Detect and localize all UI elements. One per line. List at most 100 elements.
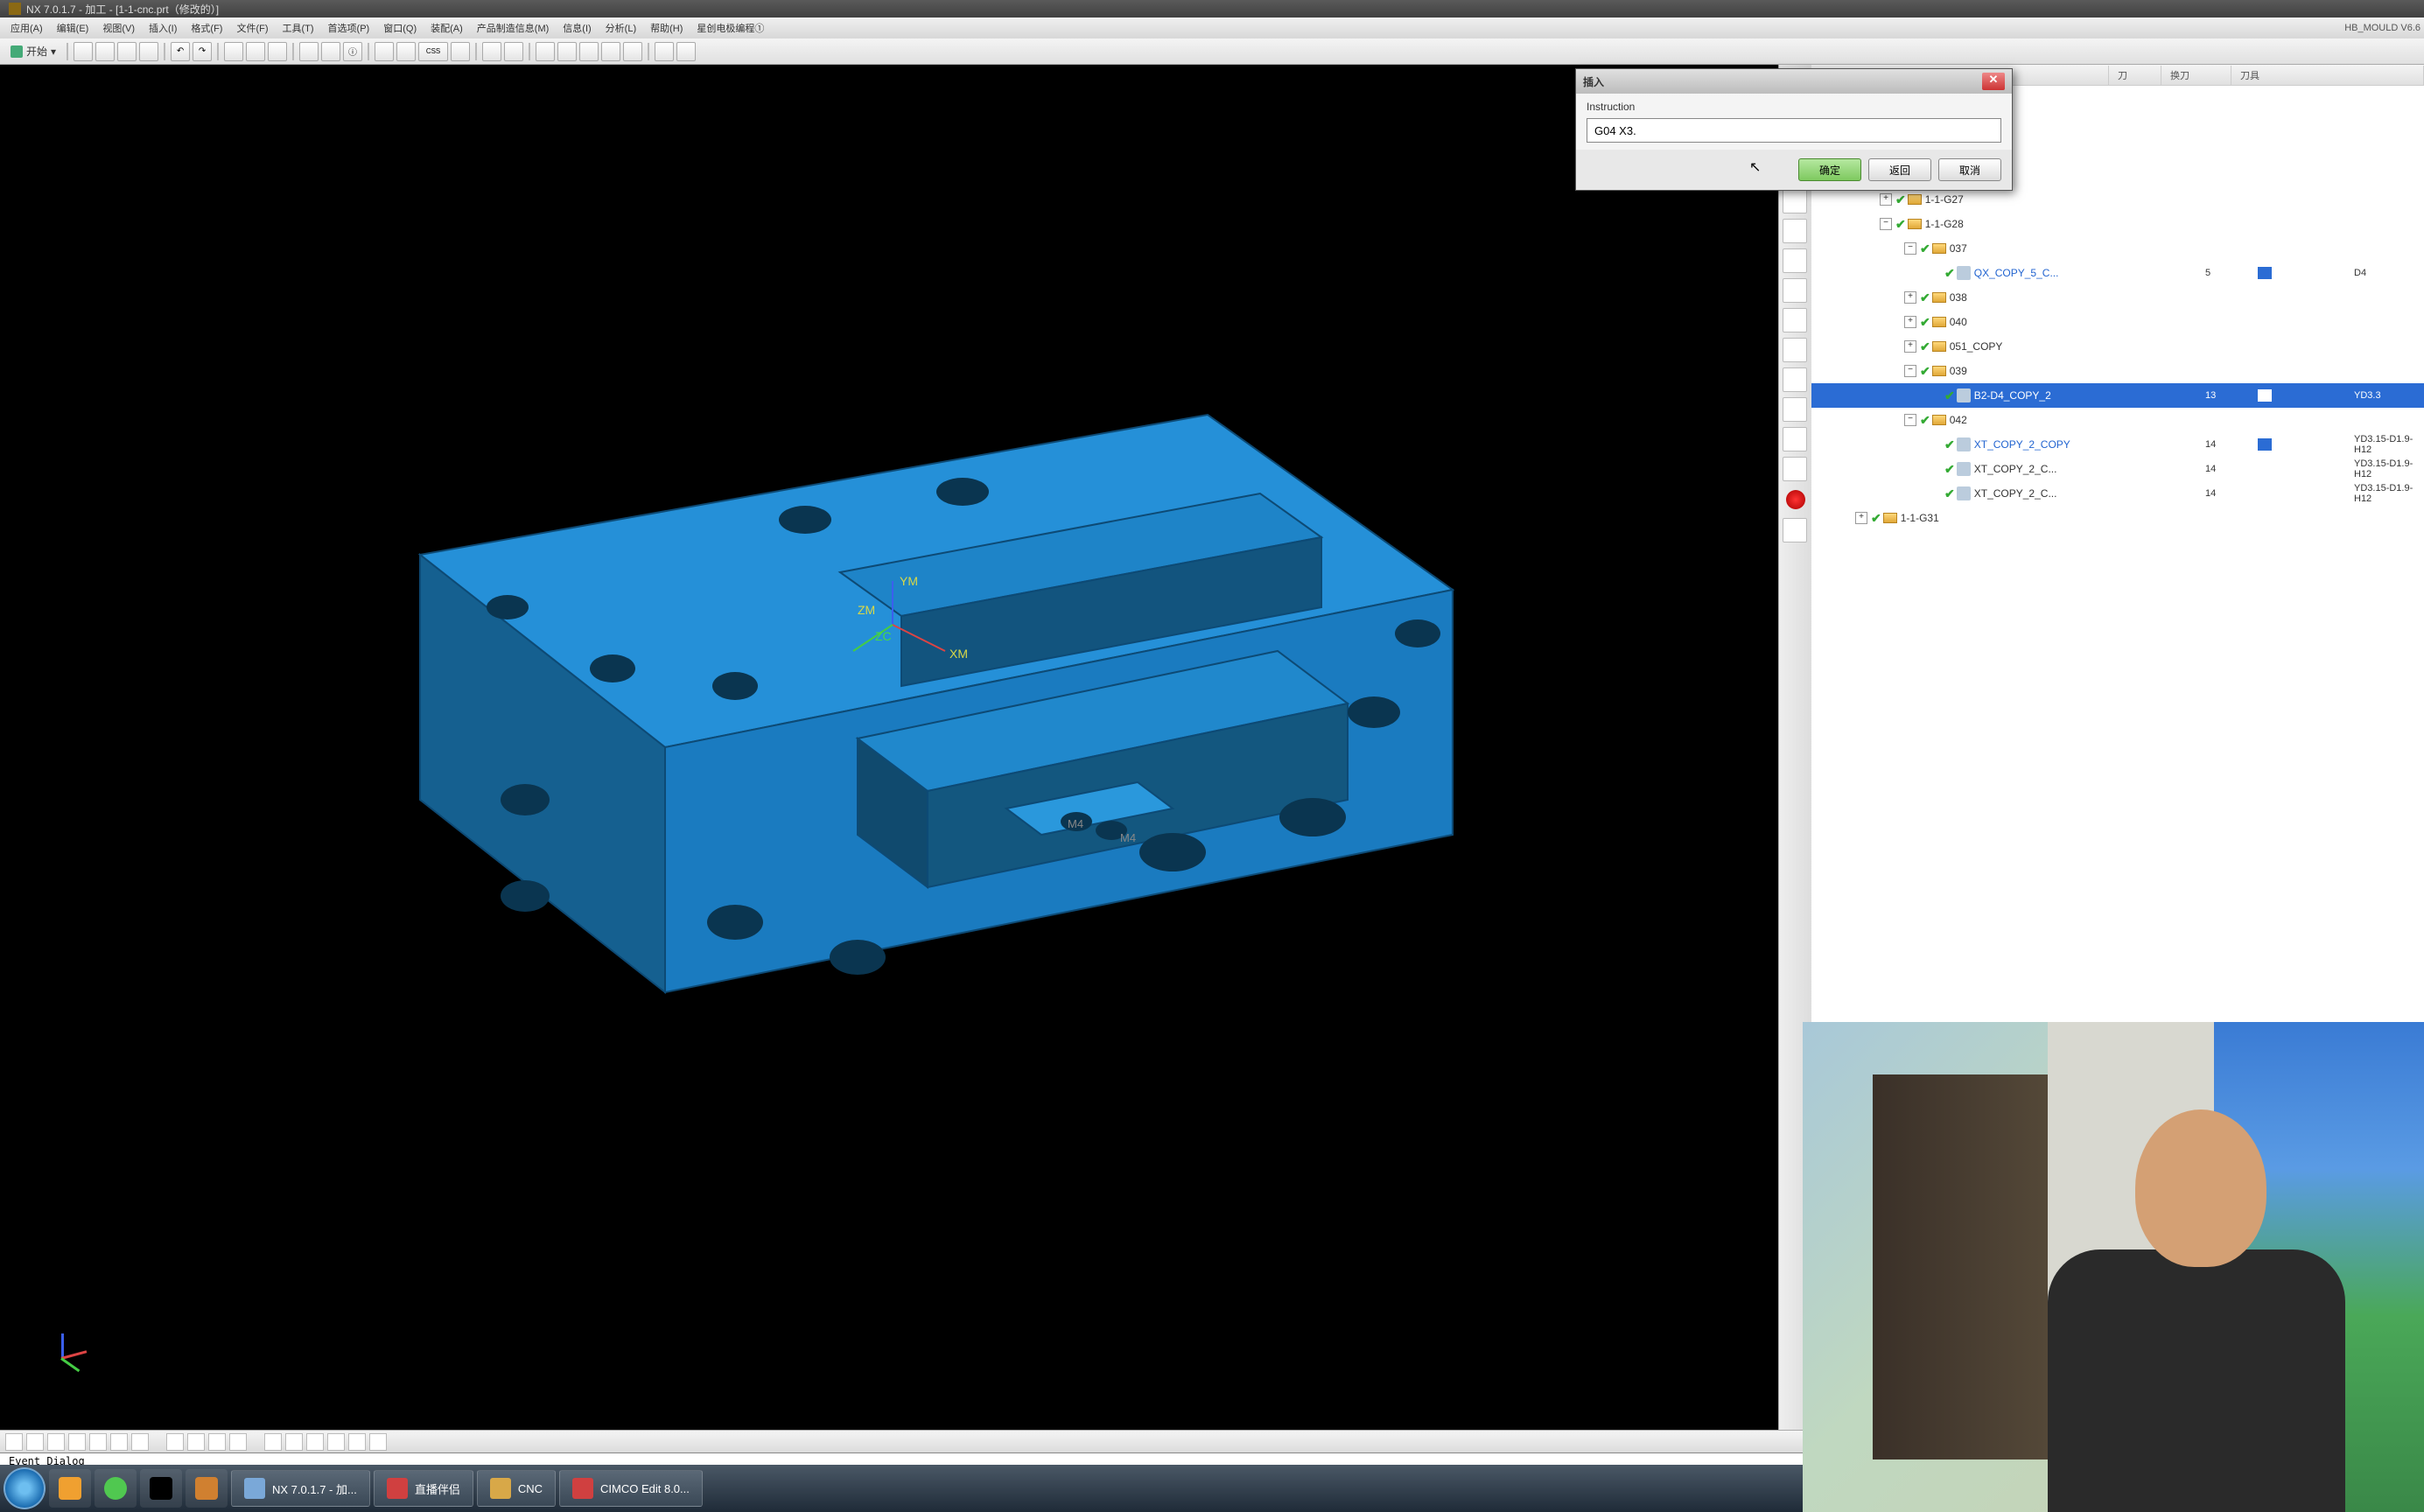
taskbar-item[interactable]: NX 7.0.1.7 - 加... [231,1470,370,1507]
toolbar-sel-4[interactable] [601,42,620,61]
menu-file[interactable]: 文件(F) [229,18,275,38]
toolbar-sel-7[interactable] [676,42,696,61]
toolbar-btn-2[interactable] [95,42,115,61]
toolbar-btn-d[interactable] [396,42,416,61]
toolbar-btn-a[interactable] [299,42,319,61]
menu-preferences[interactable]: 首选项(P) [321,18,377,38]
ok-button[interactable]: 确定 [1798,158,1861,181]
dialog-title-bar[interactable]: 插入 ✕ [1576,69,2012,94]
op-btn-9[interactable] [1783,308,1807,332]
op-btn-6[interactable] [1783,219,1807,243]
op-btn-13[interactable] [1783,427,1807,452]
op-btn-11[interactable] [1783,368,1807,392]
taskbar-item[interactable]: 直播伴侣 [374,1470,473,1507]
toolbar-btn-undo[interactable]: ↶ [171,42,190,61]
toolbar-btn-1[interactable] [74,42,93,61]
toolbar-btn-e[interactable] [451,42,470,61]
menu-format[interactable]: 格式(F) [184,18,229,38]
toolbar-btn-g[interactable] [504,42,523,61]
vt-btn-6[interactable] [110,1433,128,1451]
record-icon[interactable] [1786,490,1805,509]
tree-row[interactable]: +✔038 [1811,285,2424,310]
op-btn-15[interactable] [1783,518,1807,542]
menu-assembly[interactable]: 装配(A) [424,18,470,38]
pin-4[interactable] [186,1469,228,1508]
menu-info[interactable]: 信息(I) [556,18,598,38]
taskbar-item[interactable]: CIMCO Edit 8.0... [559,1470,703,1507]
tree-row[interactable]: +✔051_COPY [1811,334,2424,359]
tree-row[interactable]: −✔042 [1811,408,2424,432]
tree-row[interactable]: ✔XT_COPY_2_C...14YD3.15-D1.9-H12 [1811,481,2424,506]
op-btn-8[interactable] [1783,278,1807,303]
toolbar-btn-info[interactable]: ⓘ [343,42,362,61]
toolbar-btn-cut[interactable] [224,42,243,61]
back-button[interactable]: 返回 [1868,158,1931,181]
op-btn-12[interactable] [1783,397,1807,422]
col-change[interactable]: 换刀 [2161,66,2231,85]
tree-row[interactable]: ✔QX_COPY_5_C...5D4 [1811,261,2424,285]
op-btn-7[interactable] [1783,248,1807,273]
vt-btn-11[interactable] [229,1433,247,1451]
toolbar-sel-5[interactable] [623,42,642,61]
vt-btn-8[interactable] [166,1433,184,1451]
vt-btn-9[interactable] [187,1433,205,1451]
vt-btn-4[interactable] [68,1433,86,1451]
vt-btn-14[interactable] [306,1433,324,1451]
menu-insert[interactable]: 插入(I) [142,18,184,38]
toolbar-btn-c[interactable] [375,42,394,61]
tree-row[interactable]: +✔040 [1811,310,2424,334]
op-btn-14[interactable] [1783,457,1807,481]
menu-extra[interactable]: 星创电极编程① [690,18,771,38]
vt-btn-13[interactable] [285,1433,303,1451]
tree-row[interactable]: ✔XT_COPY_2_C...14YD3.15-D1.9-H12 [1811,457,2424,481]
op-btn-5[interactable] [1783,189,1807,214]
tree-row[interactable]: ✔XT_COPY_2_COPY14YD3.15-D1.9-H12 [1811,432,2424,457]
graphics-viewport[interactable]: YM XM ZM ZC M4 M4 [0,65,1778,1430]
toolbar-btn-css[interactable]: CSS [418,42,448,61]
menu-analysis[interactable]: 分析(L) [599,18,643,38]
cancel-button[interactable]: 取消 [1938,158,2001,181]
tree-row[interactable]: ✔B2-D4_COPY_213YD3.3 [1811,383,2424,408]
pin-3[interactable] [140,1469,182,1508]
col-seq[interactable]: 刀 [2109,66,2161,85]
toolbar-btn-copy[interactable] [246,42,265,61]
menu-edit[interactable]: 编辑(E) [50,18,96,38]
pin-1[interactable] [49,1469,91,1508]
toolbar-btn-b[interactable] [321,42,340,61]
pin-2[interactable] [95,1469,137,1508]
toolbar-btn-f[interactable] [482,42,501,61]
start-orb[interactable] [4,1467,46,1509]
toolbar-sel-2[interactable] [557,42,577,61]
tree-row[interactable]: +✔1-1-G27 [1811,187,2424,212]
instruction-input[interactable] [1587,118,2001,143]
menu-tools[interactable]: 工具(T) [276,18,321,38]
vt-btn-17[interactable] [369,1433,387,1451]
menu-window[interactable]: 窗口(Q) [376,18,424,38]
menu-help[interactable]: 帮助(H) [643,18,690,38]
toolbar-btn-4[interactable] [139,42,158,61]
start-button[interactable]: 开始 ▾ [5,44,61,59]
tree-row[interactable]: −✔037 [1811,236,2424,261]
vt-btn-1[interactable] [5,1433,23,1451]
vt-btn-7[interactable] [131,1433,149,1451]
vt-btn-16[interactable] [348,1433,366,1451]
toolbar-btn-3[interactable] [117,42,137,61]
close-icon[interactable]: ✕ [1982,73,2005,90]
toolbar-sel-1[interactable] [536,42,555,61]
vt-btn-5[interactable] [89,1433,107,1451]
col-tool[interactable]: 刀具 [2231,66,2424,85]
tree-row[interactable]: +✔1-1-G31 [1811,506,2424,530]
vt-btn-2[interactable] [26,1433,44,1451]
vt-btn-10[interactable] [208,1433,226,1451]
menu-view[interactable]: 视图(V) [95,18,142,38]
toolbar-sel-3[interactable] [579,42,599,61]
vt-btn-3[interactable] [47,1433,65,1451]
tree-row[interactable]: −✔039 [1811,359,2424,383]
vt-btn-12[interactable] [264,1433,282,1451]
toolbar-btn-redo[interactable]: ↷ [193,42,212,61]
tree-row[interactable]: −✔1-1-G28 [1811,212,2424,236]
vt-btn-15[interactable] [327,1433,345,1451]
toolbar-btn-paste[interactable] [268,42,287,61]
op-btn-10[interactable] [1783,338,1807,362]
taskbar-item[interactable]: CNC [477,1470,556,1507]
